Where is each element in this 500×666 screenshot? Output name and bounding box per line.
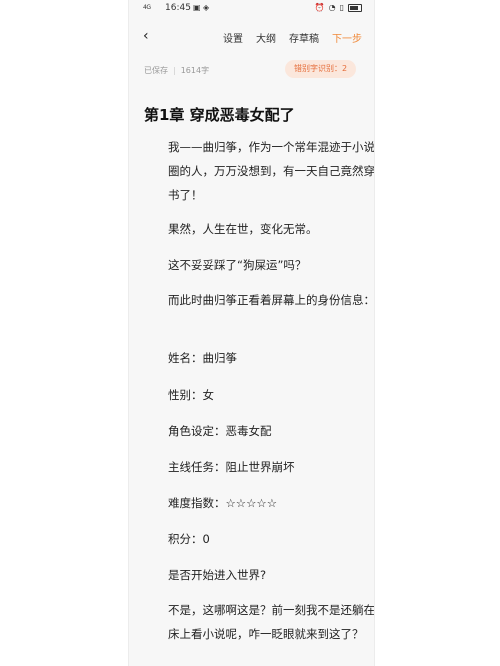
typo-check-badge[interactable]: 错别字识别：2 <box>285 60 357 78</box>
paragraph[interactable]: 是否开始进入世界? <box>144 563 374 587</box>
paragraph[interactable]: 姓名：曲归筝 <box>144 346 374 370</box>
paragraph[interactable]: 这不妥妥踩了“狗屎运”吗？ <box>144 253 374 277</box>
save-draft-button[interactable]: 存草稿 <box>289 30 319 45</box>
word-count: 1614字 <box>180 66 210 75</box>
paragraph[interactable]: 我——曲归筝，作为一个常年混迹于小说圈的人，万万没想到，有一天自己竟然穿书了！ <box>144 135 374 207</box>
editor-toolbar: ‹ 设置 大纲 存草稿 下一步 <box>129 24 374 48</box>
location-icon: ◈ <box>203 3 210 12</box>
vibrate-icon: ▯ <box>339 3 344 12</box>
back-button[interactable]: ‹ <box>143 28 149 44</box>
saved-label: 已保存 <box>144 66 168 75</box>
paragraph[interactable]: 而此时曲归筝正看着屏幕上的身份信息： <box>144 288 374 312</box>
alarm-icon: ⏰ <box>314 3 325 12</box>
status-time: 16:45 <box>165 3 191 13</box>
next-step-button[interactable]: 下一步 <box>332 30 362 45</box>
settings-button[interactable]: 设置 <box>223 30 243 45</box>
signal-indicator: 4G <box>143 4 151 11</box>
outline-button[interactable]: 大纲 <box>256 30 276 45</box>
paragraph[interactable]: 主线任务：阻止世界崩坏 <box>144 455 374 479</box>
phone-screen: 4G 16:45 ▣ ◈ ⏰ ◔ ▯ ‹ 设置 大纲 存草稿 下一步 已保存 | 1… <box>128 0 375 666</box>
paragraph[interactable]: 果然，人生在世，变化无常。 <box>144 217 374 241</box>
battery-icon <box>348 3 362 12</box>
wifi-icon: ◔ <box>328 3 336 12</box>
status-bar: 4G 16:45 ▣ ◈ ⏰ ◔ ▯ <box>129 0 374 18</box>
paragraph[interactable]: 性别：女 <box>144 383 374 407</box>
paragraph[interactable]: 积分：0 <box>144 527 374 551</box>
paragraph[interactable]: 角色设定：恶毒女配 <box>144 419 374 443</box>
save-status: 已保存 | 1614字 <box>144 66 210 75</box>
paragraph[interactable]: 不是，这哪啊这是？前一刻我不是还躺在床上看小说呢，咋一眨眼就来到这了？ <box>144 598 374 646</box>
chapter-title[interactable]: 第1章 穿成恶毒女配了 <box>144 104 295 125</box>
status-right: ⏰ ◔ ▯ <box>315 3 362 12</box>
paragraph[interactable]: 难度指数：☆☆☆☆☆ <box>144 491 374 515</box>
message-icon: ▣ <box>193 3 201 12</box>
